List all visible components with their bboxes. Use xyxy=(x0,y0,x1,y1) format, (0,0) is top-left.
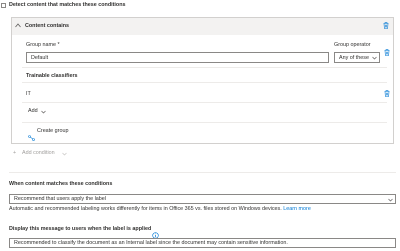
create-group-icon xyxy=(28,128,35,146)
plus-icon: + xyxy=(13,150,17,156)
chevron-down-icon xyxy=(388,198,393,202)
section-divider xyxy=(22,82,387,83)
display-message-value: Recommended to classify the document as … xyxy=(14,240,288,246)
delete-classifier-icon[interactable] xyxy=(384,90,390,97)
add-condition-label: Add condition xyxy=(22,150,55,156)
page: Detect content that matches these condit… xyxy=(0,0,400,251)
condition-group-header[interactable]: Content contains xyxy=(12,18,393,35)
detect-checkbox[interactable] xyxy=(1,3,6,8)
delete-condition-icon[interactable] xyxy=(384,49,390,56)
group-name-value: Default xyxy=(31,54,49,61)
detect-label: Detect content that matches these condit… xyxy=(9,2,126,8)
classifiers-section-title: Trainable classifiers xyxy=(26,73,78,79)
group-operator-select[interactable]: Any of these xyxy=(334,52,380,63)
help-text-row: Automatic and recommended labeling works… xyxy=(9,206,311,213)
when-matches-heading: When content matches these conditions xyxy=(9,181,113,187)
learn-more-link[interactable]: Learn more xyxy=(283,206,311,212)
condition-group-card: Content contains Group name * Default Gr… xyxy=(11,17,394,144)
group-name-label: Group name * xyxy=(26,42,60,48)
section-divider xyxy=(22,102,387,103)
add-button[interactable]: Add xyxy=(28,107,68,117)
condition-group-title: Content contains xyxy=(25,23,70,29)
group-operator-value: Any of these xyxy=(339,54,369,61)
section-divider xyxy=(22,67,387,68)
add-label: Add xyxy=(28,108,38,114)
chevron-up-icon[interactable] xyxy=(15,23,21,28)
action-dropdown-value: Recommend that users apply the label xyxy=(14,196,106,202)
delete-group-icon[interactable] xyxy=(383,22,389,29)
display-message-heading: Display this message to users when the l… xyxy=(9,226,152,232)
chevron-down-icon xyxy=(62,152,67,156)
chevron-down-icon xyxy=(372,56,377,60)
classifier-item: IT xyxy=(26,91,31,97)
chevron-down-icon xyxy=(41,110,46,114)
action-dropdown[interactable]: Recommend that users apply the label xyxy=(9,194,396,204)
group-operator-label: Group operator xyxy=(334,42,371,48)
display-message-input[interactable]: Recommended to classify the document as … xyxy=(9,238,396,248)
add-condition-button[interactable]: + Add condition xyxy=(13,150,73,159)
section-divider xyxy=(22,122,387,123)
group-name-input[interactable]: Default xyxy=(26,52,329,63)
help-text: Automatic and recommended labeling works… xyxy=(9,206,282,212)
create-group-button[interactable]: Create group xyxy=(28,127,88,141)
create-group-label: Create group xyxy=(37,128,69,134)
section-divider xyxy=(9,172,396,173)
